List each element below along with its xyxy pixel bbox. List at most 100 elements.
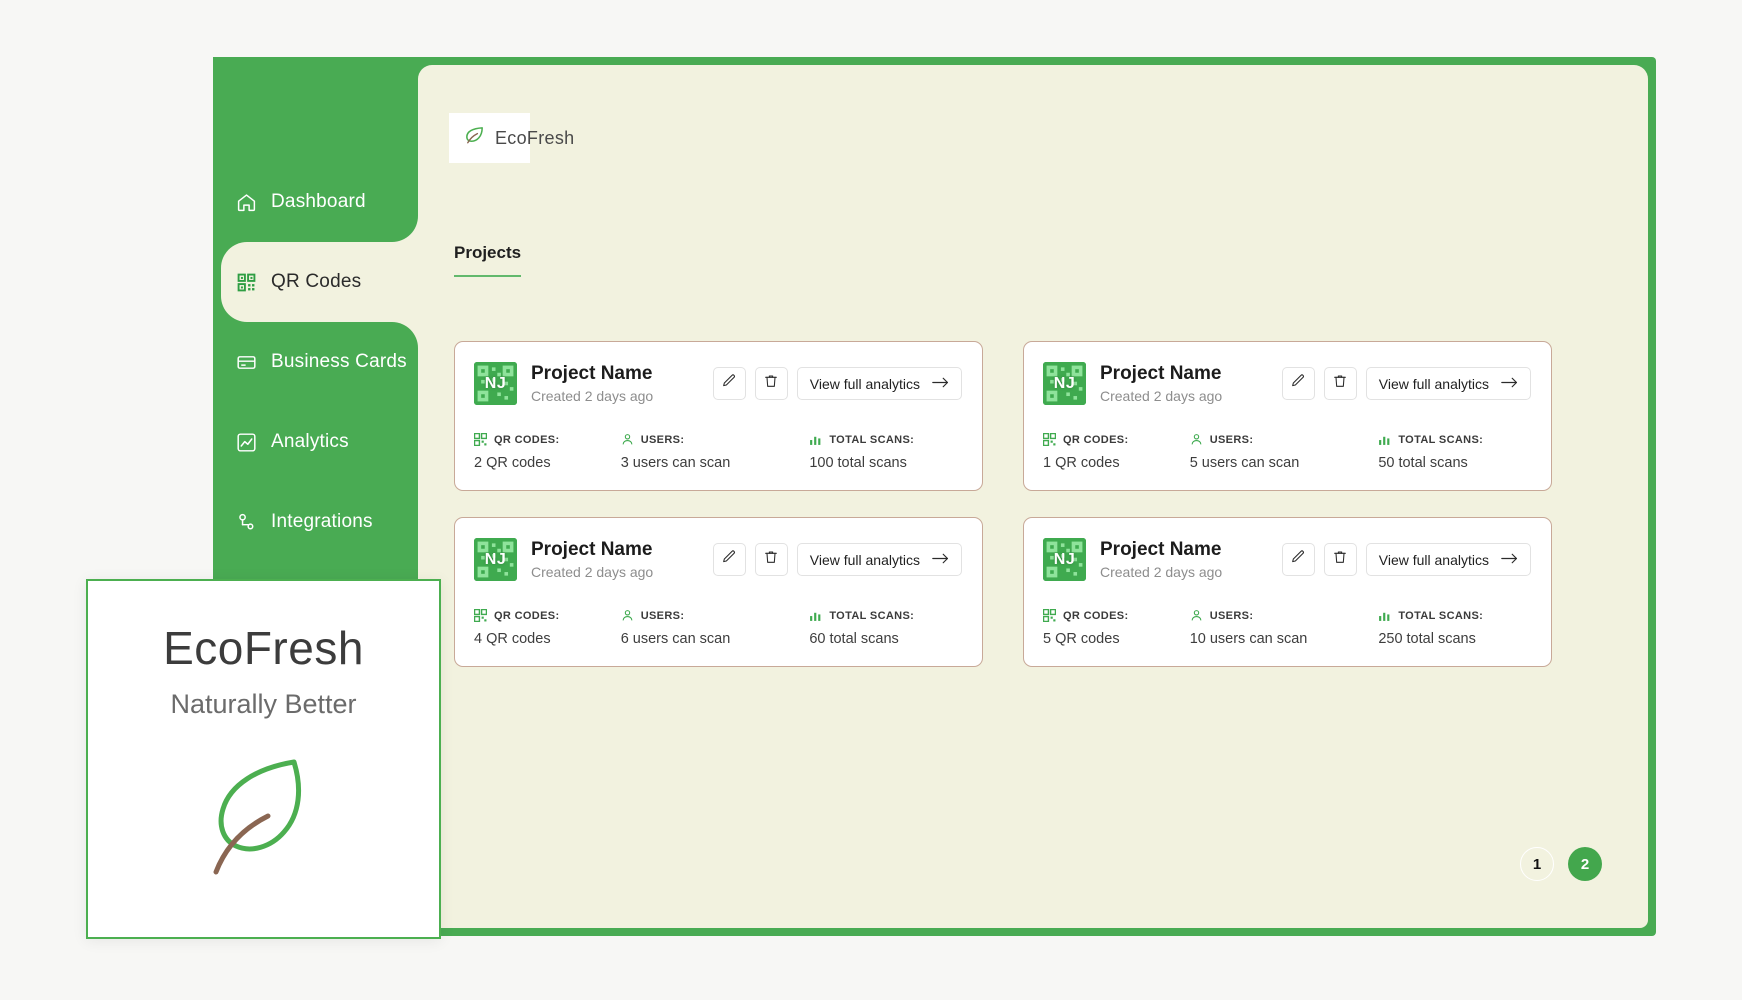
qr-code-thumbnail: NJ: [474, 362, 517, 405]
main-content: EcoFresh Projects NJ Project Name Create…: [418, 65, 1648, 928]
project-card-actions: View full analytics: [1281, 367, 1531, 400]
qr-code-icon: [474, 433, 487, 446]
stat-users: USERS: 5 users can scan: [1190, 433, 1379, 472]
project-initials: NJ: [1053, 550, 1076, 568]
pagination-page-1[interactable]: 1: [1520, 847, 1554, 881]
sidebar-item-qr-codes[interactable]: QR Codes: [221, 216, 418, 348]
view-full-analytics-button[interactable]: View full analytics: [796, 543, 962, 576]
project-card[interactable]: NJ Project Name Created 2 days ago View …: [1023, 341, 1552, 491]
delete-button[interactable]: [754, 367, 788, 400]
stat-total-scans-label: TOTAL SCANS:: [1378, 609, 1532, 622]
project-initials: NJ: [484, 550, 507, 568]
bar-chart-icon: [1378, 609, 1391, 622]
stat-total-scans-label: TOTAL SCANS:: [1378, 433, 1532, 446]
edit-button[interactable]: [1281, 367, 1315, 400]
stat-label-text: TOTAL SCANS:: [829, 609, 915, 622]
trash-icon: [763, 373, 779, 394]
leaf-icon: [463, 124, 486, 152]
stat-qr-codes: QR CODES: 2 QR codes: [474, 433, 621, 471]
sidebar-item-label: Dashboard: [271, 191, 366, 212]
edit-button[interactable]: [712, 367, 746, 400]
sidebar-item-label: Analytics: [271, 431, 349, 452]
project-stats: QR CODES: 5 QR codes USERS: 10 users can…: [1043, 609, 1532, 647]
arrow-right-icon: [932, 552, 949, 568]
stat-label-text: TOTAL SCANS:: [1398, 433, 1484, 446]
project-initials: NJ: [484, 374, 507, 392]
stat-qr-codes-label: QR CODES:: [1043, 433, 1190, 446]
edit-button[interactable]: [1281, 543, 1315, 576]
sidebar-item-analytics[interactable]: Analytics: [213, 402, 418, 482]
stat-total-scans-label: TOTAL SCANS:: [809, 433, 963, 446]
project-card[interactable]: NJ Project Name Created 2 days ago View …: [454, 341, 983, 491]
stat-qr-codes-label: QR CODES:: [1043, 609, 1190, 622]
view-full-analytics-label: View full analytics: [809, 551, 920, 568]
arrow-right-icon: [1501, 376, 1518, 392]
stat-users-label: USERS:: [1190, 433, 1379, 446]
stat-label-text: TOTAL SCANS:: [1398, 609, 1484, 622]
qr-code-thumbnail: NJ: [474, 538, 517, 581]
user-icon: [621, 609, 634, 622]
view-full-analytics-button[interactable]: View full analytics: [1365, 543, 1531, 576]
user-icon: [621, 433, 634, 446]
pagination-page-2[interactable]: 2: [1568, 847, 1602, 881]
stat-users-value: 10 users can scan: [1189, 631, 1308, 647]
project-card[interactable]: NJ Project Name Created 2 days ago View …: [1023, 517, 1552, 667]
qr-code-icon: [1043, 609, 1056, 622]
stat-total-scans: TOTAL SCANS: 250 total scans: [1378, 609, 1532, 648]
business-card-title: EcoFresh: [163, 622, 364, 674]
stat-qr-codes: QR CODES: 1 QR codes: [1043, 433, 1190, 471]
project-stats: QR CODES: 4 QR codes USERS: 6 users can …: [474, 609, 963, 647]
sidebar-item-dashboard[interactable]: Dashboard: [213, 162, 418, 242]
project-card-titles: Project Name Created 2 days ago: [531, 363, 713, 404]
leaf-icon: [194, 744, 334, 899]
brand-chip: EcoFresh: [449, 113, 574, 163]
delete-button[interactable]: [754, 543, 788, 576]
project-title: Project Name: [531, 539, 653, 561]
stat-label-text: USERS:: [640, 433, 685, 446]
sidebar-nav: Dashboard QR Codes Business Cards Analyt…: [213, 162, 418, 562]
stat-qr-codes-value: 1 QR codes: [1043, 455, 1120, 471]
pencil-icon: [1290, 373, 1306, 394]
project-created: Created 2 days ago: [531, 563, 654, 580]
project-created: Created 2 days ago: [531, 387, 654, 404]
project-card-header: NJ Project Name Created 2 days ago View …: [1043, 362, 1531, 405]
business-card-tagline: Naturally Better: [170, 689, 357, 719]
pencil-icon: [721, 373, 737, 394]
sidebar-item-label: Integrations: [271, 511, 373, 532]
sidebar-item-business-cards[interactable]: Business Cards: [213, 322, 418, 402]
brand-name: EcoFresh: [495, 127, 575, 148]
view-full-analytics-label: View full analytics: [1378, 375, 1489, 392]
stat-users-value: 3 users can scan: [620, 455, 731, 471]
arrow-right-icon: [1501, 552, 1518, 568]
delete-button[interactable]: [1323, 543, 1357, 576]
stat-label-text: TOTAL SCANS:: [829, 433, 915, 446]
delete-button[interactable]: [1323, 367, 1357, 400]
qr-code-icon: [474, 609, 487, 622]
pagination: 1 2: [1520, 847, 1602, 881]
stat-users: USERS: 3 users can scan: [620, 433, 810, 472]
stat-total-scans: TOTAL SCANS: 100 total scans: [809, 433, 963, 472]
user-icon: [1190, 609, 1203, 622]
stat-total-scans-value: 50 total scans: [1378, 455, 1468, 471]
view-full-analytics-button[interactable]: View full analytics: [796, 367, 962, 400]
stat-label-text: QR CODES:: [494, 433, 560, 446]
project-card-actions: View full analytics: [1281, 543, 1531, 576]
tab-projects[interactable]: Projects: [454, 243, 522, 277]
stat-qr-codes: QR CODES: 4 QR codes: [474, 609, 621, 647]
stat-label-text: QR CODES:: [1063, 433, 1129, 446]
nodes-icon: [235, 511, 257, 533]
chart-icon: [235, 431, 257, 453]
trash-icon: [1332, 549, 1348, 570]
stat-qr-codes: QR CODES: 5 QR codes: [1043, 609, 1190, 647]
project-card[interactable]: NJ Project Name Created 2 days ago View …: [454, 517, 983, 667]
trash-icon: [763, 549, 779, 570]
project-title: Project Name: [1100, 363, 1222, 385]
edit-button[interactable]: [712, 543, 746, 576]
sidebar-item-integrations[interactable]: Integrations: [213, 482, 418, 562]
bar-chart-icon: [809, 433, 822, 446]
sidebar-item-label: Business Cards: [271, 351, 407, 372]
project-title: Project Name: [1100, 539, 1222, 561]
view-full-analytics-button[interactable]: View full analytics: [1365, 367, 1531, 400]
stat-users-value: 6 users can scan: [620, 631, 731, 647]
business-card-preview[interactable]: EcoFresh Naturally Better: [86, 579, 441, 939]
